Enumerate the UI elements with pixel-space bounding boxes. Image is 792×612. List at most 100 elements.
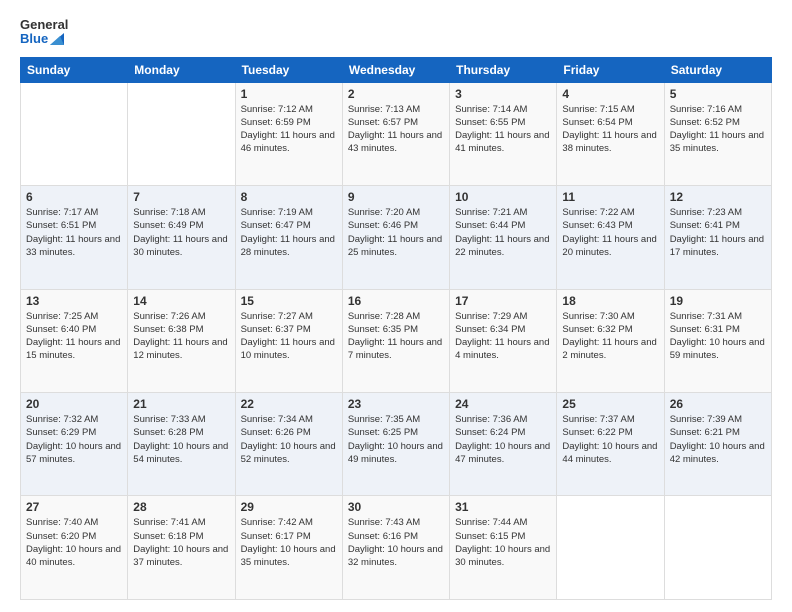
weekday-header-thursday: Thursday <box>450 57 557 82</box>
logo-bird-icon <box>50 33 64 45</box>
calendar-cell <box>664 496 771 600</box>
day-number: 11 <box>562 190 658 204</box>
day-number: 29 <box>241 500 337 514</box>
day-info: Sunrise: 7:15 AM Sunset: 6:54 PM Dayligh… <box>562 103 658 156</box>
header: General Blue <box>20 18 772 47</box>
day-number: 22 <box>241 397 337 411</box>
day-info: Sunrise: 7:30 AM Sunset: 6:32 PM Dayligh… <box>562 310 658 363</box>
calendar-cell: 14Sunrise: 7:26 AM Sunset: 6:38 PM Dayli… <box>128 289 235 392</box>
day-info: Sunrise: 7:43 AM Sunset: 6:16 PM Dayligh… <box>348 516 444 569</box>
calendar-cell: 15Sunrise: 7:27 AM Sunset: 6:37 PM Dayli… <box>235 289 342 392</box>
calendar-cell: 2 Sunrise: 7:13 AM Sunset: 6:57 PM Daylig… <box>342 82 449 185</box>
day-info: Sunrise: 7:16 AM Sunset: 6:52 PM Dayligh… <box>670 103 766 156</box>
week-row-2: 6Sunrise: 7:17 AM Sunset: 6:51 PM Daylig… <box>21 186 772 289</box>
day-info: Sunrise: 7:20 AM Sunset: 6:46 PM Dayligh… <box>348 206 444 259</box>
day-number: 2 <box>348 87 444 101</box>
day-info: Sunrise: 7:28 AM Sunset: 6:35 PM Dayligh… <box>348 310 444 363</box>
day-info: Sunrise: 7:29 AM Sunset: 6:34 PM Dayligh… <box>455 310 551 363</box>
day-info: Sunrise: 7:39 AM Sunset: 6:21 PM Dayligh… <box>670 413 766 466</box>
day-info: Sunrise: 7:31 AM Sunset: 6:31 PM Dayligh… <box>670 310 766 363</box>
calendar-cell: 31Sunrise: 7:44 AM Sunset: 6:15 PM Dayli… <box>450 496 557 600</box>
calendar-cell: 16 Sunrise: 7:28 AM Sunset: 6:35 PM Dayli… <box>342 289 449 392</box>
day-number: 10 <box>455 190 551 204</box>
calendar-cell: 5 Sunrise: 7:16 AM Sunset: 6:52 PM Daylig… <box>664 82 771 185</box>
day-number: 5 <box>670 87 766 101</box>
calendar-cell: 20 Sunrise: 7:32 AM Sunset: 6:29 PM Dayli… <box>21 393 128 496</box>
day-info: Sunrise: 7:35 AM Sunset: 6:25 PM Dayligh… <box>348 413 444 466</box>
calendar-cell: 4 Sunrise: 7:15 AM Sunset: 6:54 PM Daylig… <box>557 82 664 185</box>
day-number: 18 <box>562 294 658 308</box>
day-info: Sunrise: 7:19 AM Sunset: 6:47 PM Dayligh… <box>241 206 337 259</box>
page: General Blue SundayMondayTuesdayWednesda… <box>0 0 792 612</box>
day-info: Sunrise: 7:18 AM Sunset: 6:49 PM Dayligh… <box>133 206 229 259</box>
day-info: Sunrise: 7:33 AM Sunset: 6:28 PM Dayligh… <box>133 413 229 466</box>
calendar-cell: 8 Sunrise: 7:19 AM Sunset: 6:47 PM Daylig… <box>235 186 342 289</box>
day-info: Sunrise: 7:13 AM Sunset: 6:57 PM Dayligh… <box>348 103 444 156</box>
day-number: 23 <box>348 397 444 411</box>
day-number: 16 <box>348 294 444 308</box>
calendar-cell: 11 Sunrise: 7:22 AM Sunset: 6:43 PM Dayli… <box>557 186 664 289</box>
weekday-header-tuesday: Tuesday <box>235 57 342 82</box>
day-number: 13 <box>26 294 122 308</box>
calendar-cell: 30Sunrise: 7:43 AM Sunset: 6:16 PM Dayli… <box>342 496 449 600</box>
week-row-1: 1 Sunrise: 7:12 AM Sunset: 6:59 PM Daylig… <box>21 82 772 185</box>
calendar-cell: 13 Sunrise: 7:25 AM Sunset: 6:40 PM Dayli… <box>21 289 128 392</box>
calendar-cell: 7 Sunrise: 7:18 AM Sunset: 6:49 PM Daylig… <box>128 186 235 289</box>
day-info: Sunrise: 7:36 AM Sunset: 6:24 PM Dayligh… <box>455 413 551 466</box>
day-number: 9 <box>348 190 444 204</box>
weekday-header-row: SundayMondayTuesdayWednesdayThursdayFrid… <box>21 57 772 82</box>
day-number: 8 <box>241 190 337 204</box>
day-number: 31 <box>455 500 551 514</box>
day-info: Sunrise: 7:21 AM Sunset: 6:44 PM Dayligh… <box>455 206 551 259</box>
calendar-cell: 26 Sunrise: 7:39 AM Sunset: 6:21 PM Dayli… <box>664 393 771 496</box>
logo: General Blue <box>20 18 68 47</box>
day-info: Sunrise: 7:25 AM Sunset: 6:40 PM Dayligh… <box>26 310 122 363</box>
day-number: 12 <box>670 190 766 204</box>
calendar-cell: 23 Sunrise: 7:35 AM Sunset: 6:25 PM Dayli… <box>342 393 449 496</box>
day-number: 24 <box>455 397 551 411</box>
calendar-cell: 1 Sunrise: 7:12 AM Sunset: 6:59 PM Daylig… <box>235 82 342 185</box>
day-number: 28 <box>133 500 229 514</box>
day-number: 15 <box>241 294 337 308</box>
calendar-cell: 18 Sunrise: 7:30 AM Sunset: 6:32 PM Dayli… <box>557 289 664 392</box>
day-info: Sunrise: 7:22 AM Sunset: 6:43 PM Dayligh… <box>562 206 658 259</box>
day-number: 19 <box>670 294 766 308</box>
calendar-cell <box>21 82 128 185</box>
day-number: 20 <box>26 397 122 411</box>
day-number: 26 <box>670 397 766 411</box>
weekday-header-friday: Friday <box>557 57 664 82</box>
day-number: 4 <box>562 87 658 101</box>
week-row-5: 27Sunrise: 7:40 AM Sunset: 6:20 PM Dayli… <box>21 496 772 600</box>
weekday-header-wednesday: Wednesday <box>342 57 449 82</box>
day-number: 25 <box>562 397 658 411</box>
calendar-cell: 22Sunrise: 7:34 AM Sunset: 6:26 PM Dayli… <box>235 393 342 496</box>
calendar-cell <box>128 82 235 185</box>
calendar-cell: 25Sunrise: 7:37 AM Sunset: 6:22 PM Dayli… <box>557 393 664 496</box>
day-info: Sunrise: 7:26 AM Sunset: 6:38 PM Dayligh… <box>133 310 229 363</box>
logo-general: General <box>20 18 68 32</box>
week-row-4: 20 Sunrise: 7:32 AM Sunset: 6:29 PM Dayli… <box>21 393 772 496</box>
week-row-3: 13 Sunrise: 7:25 AM Sunset: 6:40 PM Dayli… <box>21 289 772 392</box>
day-info: Sunrise: 7:32 AM Sunset: 6:29 PM Dayligh… <box>26 413 122 466</box>
calendar-cell: 29 Sunrise: 7:42 AM Sunset: 6:17 PM Dayli… <box>235 496 342 600</box>
calendar-cell: 10 Sunrise: 7:21 AM Sunset: 6:44 PM Dayli… <box>450 186 557 289</box>
day-info: Sunrise: 7:14 AM Sunset: 6:55 PM Dayligh… <box>455 103 551 156</box>
calendar-cell: 17 Sunrise: 7:29 AM Sunset: 6:34 PM Dayli… <box>450 289 557 392</box>
calendar-cell: 27Sunrise: 7:40 AM Sunset: 6:20 PM Dayli… <box>21 496 128 600</box>
day-number: 1 <box>241 87 337 101</box>
calendar-cell: 12 Sunrise: 7:23 AM Sunset: 6:41 PM Dayli… <box>664 186 771 289</box>
day-number: 21 <box>133 397 229 411</box>
day-number: 27 <box>26 500 122 514</box>
calendar-cell <box>557 496 664 600</box>
day-info: Sunrise: 7:23 AM Sunset: 6:41 PM Dayligh… <box>670 206 766 259</box>
day-info: Sunrise: 7:42 AM Sunset: 6:17 PM Dayligh… <box>241 516 337 569</box>
weekday-header-monday: Monday <box>128 57 235 82</box>
calendar-cell: 3 Sunrise: 7:14 AM Sunset: 6:55 PM Daylig… <box>450 82 557 185</box>
calendar-cell: 21 Sunrise: 7:33 AM Sunset: 6:28 PM Dayli… <box>128 393 235 496</box>
day-number: 7 <box>133 190 229 204</box>
weekday-header-sunday: Sunday <box>21 57 128 82</box>
day-number: 3 <box>455 87 551 101</box>
day-number: 17 <box>455 294 551 308</box>
day-info: Sunrise: 7:12 AM Sunset: 6:59 PM Dayligh… <box>241 103 337 156</box>
logo-blue: Blue <box>20 32 68 46</box>
